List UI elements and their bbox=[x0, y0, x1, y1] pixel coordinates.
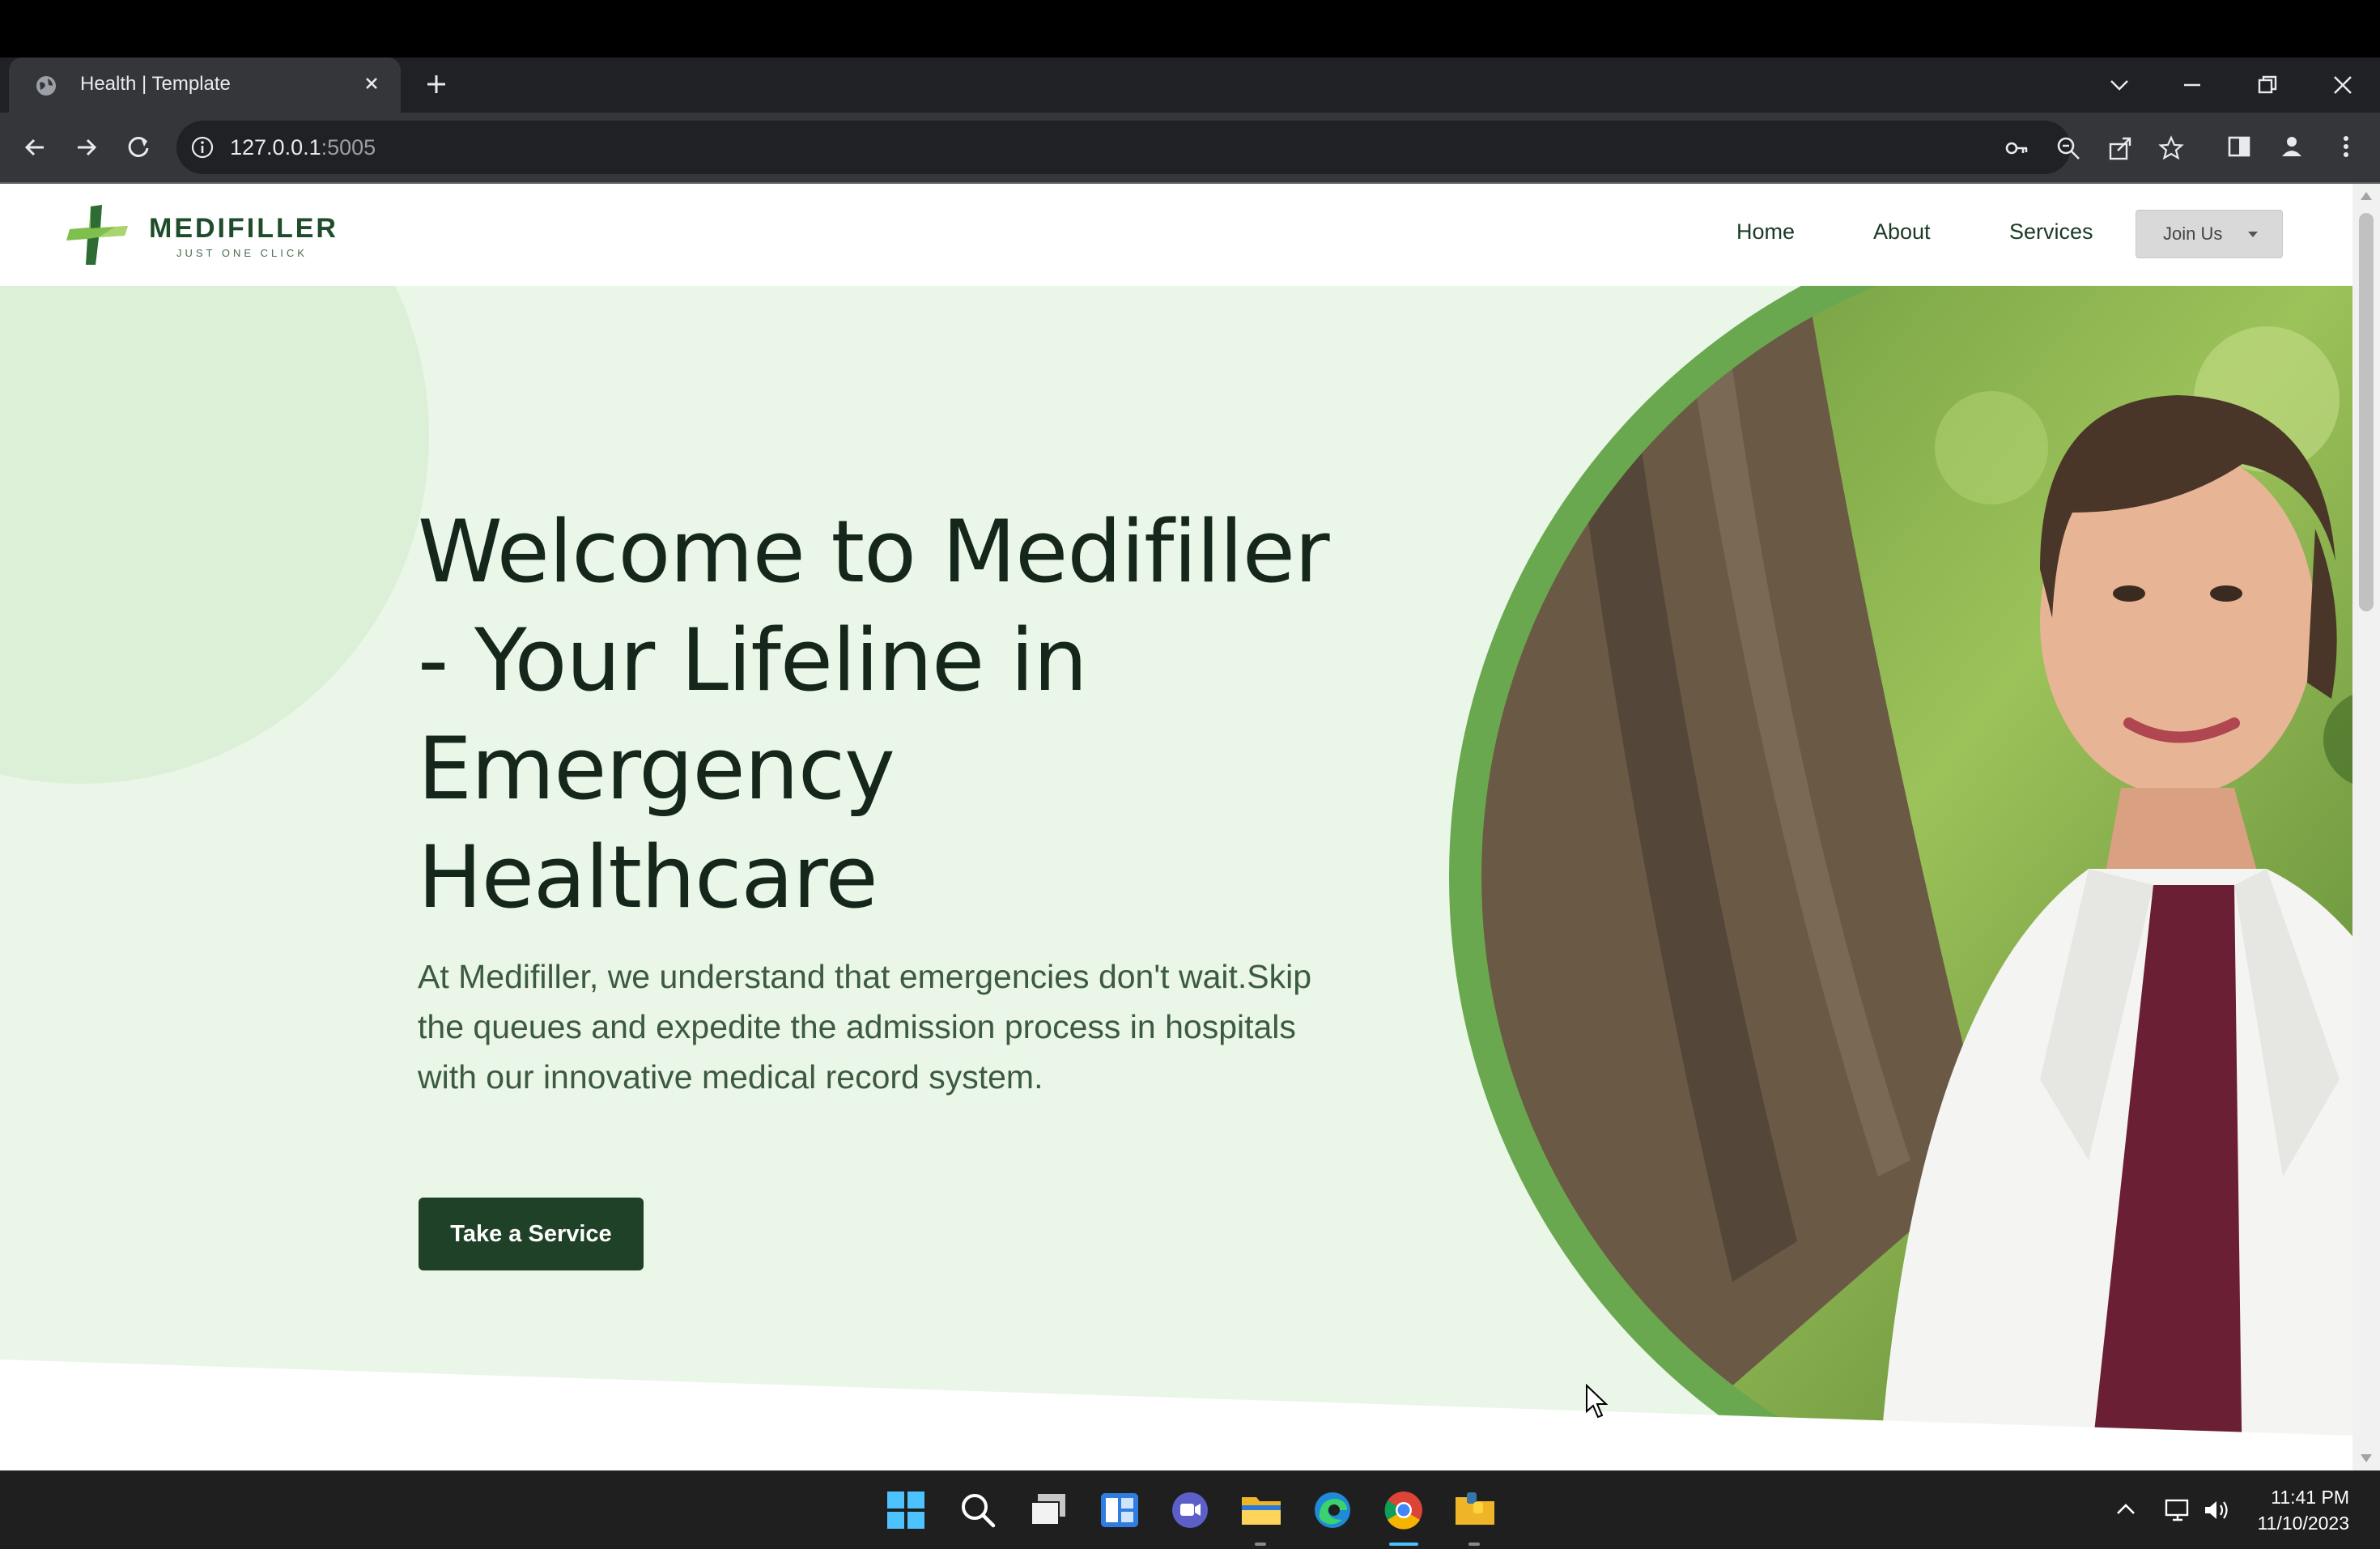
restore-icon[interactable] bbox=[2251, 69, 2284, 101]
teams-chat-icon[interactable] bbox=[1167, 1487, 1213, 1533]
site-header: MEDIFILLER JUST ONE CLICK Home About Ser… bbox=[0, 184, 2352, 286]
hero-title: Welcome to Medifiller - Your Lifeline in… bbox=[418, 502, 1330, 927]
back-icon[interactable] bbox=[18, 130, 52, 164]
globe-icon bbox=[36, 76, 56, 96]
site-logo[interactable]: MEDIFILLER JUST ONE CLICK bbox=[66, 203, 336, 266]
chrome-active-indicator bbox=[1389, 1543, 1418, 1546]
widgets-icon[interactable] bbox=[1097, 1487, 1142, 1533]
url-host: 127.0.0.1 bbox=[230, 135, 321, 160]
url-bar[interactable]: 127.0.0.1:5005 bbox=[176, 121, 2184, 174]
caret-down-icon bbox=[2248, 232, 2258, 237]
bookmark-star-icon[interactable] bbox=[2157, 134, 2185, 162]
new-tab-icon[interactable] bbox=[423, 70, 450, 98]
reload-icon[interactable] bbox=[121, 130, 155, 164]
web-page: MEDIFILLER JUST ONE CLICK Home About Ser… bbox=[0, 184, 2352, 1470]
logo-name: MEDIFILLER bbox=[149, 213, 338, 244]
network-icon[interactable] bbox=[2163, 1496, 2192, 1525]
window-top-bar bbox=[0, 0, 2380, 57]
join-us-dropdown[interactable]: Join Us bbox=[2136, 210, 2283, 258]
hero-description: At Medifiller, we understand that emerge… bbox=[418, 958, 1312, 1096]
logo-tagline: JUST ONE CLICK bbox=[176, 247, 308, 259]
browser-menu-icon[interactable] bbox=[2330, 130, 2362, 163]
scrollbar-thumb[interactable] bbox=[2359, 213, 2374, 611]
side-panel-icon[interactable] bbox=[2223, 130, 2255, 163]
mouse-cursor-icon bbox=[1586, 1384, 1609, 1419]
windows-start-icon[interactable] bbox=[883, 1487, 929, 1533]
minimize-icon[interactable] bbox=[2176, 69, 2208, 101]
chrome-browser-icon[interactable] bbox=[1381, 1487, 1426, 1533]
nav-services[interactable]: Services bbox=[2009, 219, 2093, 245]
search-icon[interactable] bbox=[955, 1487, 1001, 1533]
url-text: 127.0.0.1:5005 bbox=[230, 135, 376, 160]
clock-date: 11/10/2023 bbox=[2257, 1513, 2349, 1534]
password-key-icon[interactable] bbox=[2003, 134, 2030, 162]
edge-browser-icon[interactable] bbox=[1310, 1487, 1355, 1533]
address-bar-row: 127.0.0.1:5005 bbox=[0, 113, 2380, 182]
profile-icon[interactable] bbox=[2276, 130, 2308, 163]
volume-icon[interactable] bbox=[2202, 1496, 2231, 1525]
site-info-icon[interactable] bbox=[189, 134, 215, 160]
windows-taskbar: 11:41 PM 11/10/2023 bbox=[0, 1470, 2380, 1549]
explorer-running-indicator bbox=[1255, 1543, 1266, 1546]
take-a-service-button[interactable]: Take a Service bbox=[419, 1198, 644, 1270]
scroll-up-icon[interactable] bbox=[2361, 192, 2372, 200]
zoom-icon[interactable] bbox=[2055, 134, 2082, 162]
system-clock[interactable]: 11:41 PM 11/10/2023 bbox=[2247, 1484, 2349, 1536]
forward-icon[interactable] bbox=[70, 130, 104, 164]
browser-tab[interactable]: Health | Template bbox=[9, 57, 401, 113]
python-running-indicator bbox=[1468, 1543, 1480, 1546]
nav-about[interactable]: About bbox=[1873, 219, 1931, 245]
tab-title: Health | Template bbox=[80, 73, 231, 95]
tab-strip: Health | Template bbox=[0, 57, 2380, 113]
nav-home[interactable]: Home bbox=[1736, 219, 1795, 245]
url-port: :5005 bbox=[321, 135, 376, 160]
scroll-down-icon[interactable] bbox=[2361, 1454, 2372, 1462]
join-us-label: Join Us bbox=[2163, 223, 2223, 244]
tray-overflow-chevron-icon[interactable] bbox=[2111, 1496, 2140, 1525]
hero-section: Welcome to Medifiller - Your Lifeline in… bbox=[0, 286, 2352, 1470]
file-explorer-icon[interactable] bbox=[1239, 1487, 1284, 1533]
python-file-icon[interactable] bbox=[1452, 1487, 1498, 1533]
page-scrollbar[interactable] bbox=[2352, 184, 2380, 1470]
share-icon[interactable] bbox=[2106, 134, 2134, 162]
task-view-icon[interactable] bbox=[1026, 1487, 1072, 1533]
close-tab-icon[interactable] bbox=[359, 70, 385, 96]
medical-cross-logo-icon bbox=[66, 205, 128, 265]
close-window-icon[interactable] bbox=[2327, 69, 2359, 101]
tab-search-chevron-icon[interactable] bbox=[2103, 69, 2136, 101]
clock-time: 11:41 PM bbox=[2271, 1487, 2349, 1508]
